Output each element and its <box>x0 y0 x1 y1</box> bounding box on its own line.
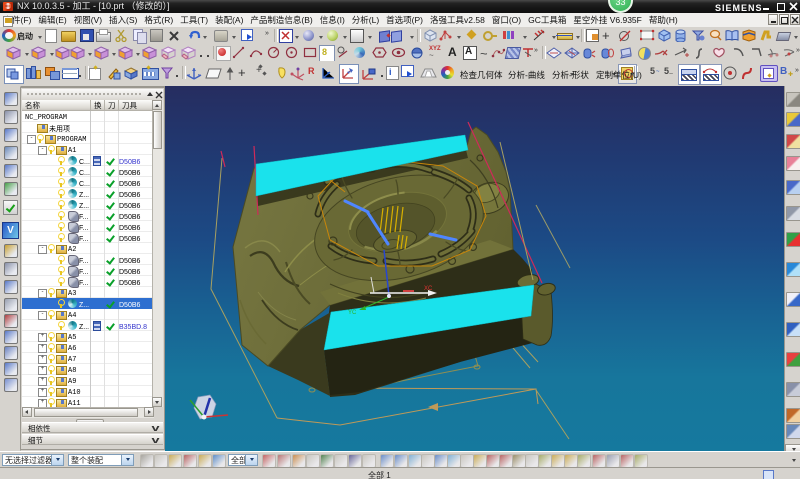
svg-text:YC: YC <box>348 310 357 316</box>
svg-text:XC: XC <box>424 286 433 292</box>
